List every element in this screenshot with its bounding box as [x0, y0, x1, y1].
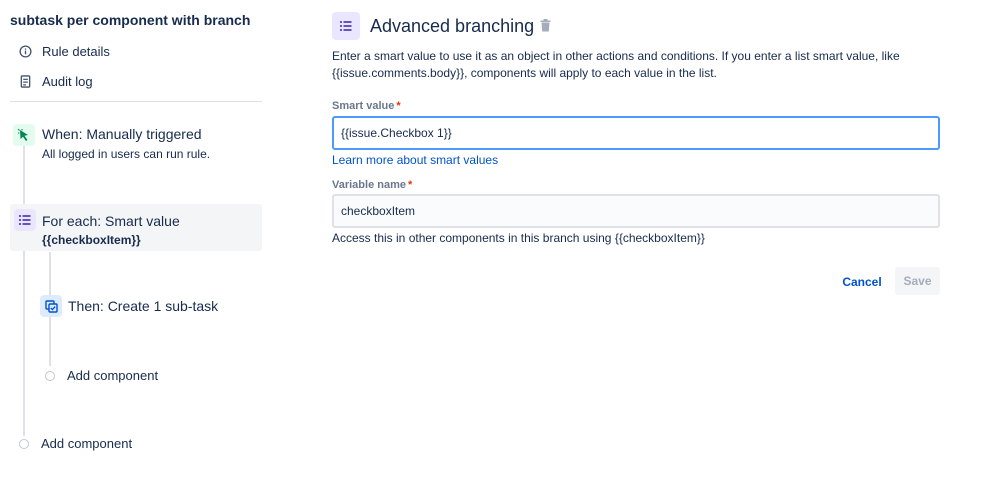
nav-audit-log-label: Audit log [42, 74, 93, 89]
branch-list-icon [332, 12, 360, 40]
action-title: Then: Create 1 sub-task [68, 298, 219, 314]
info-icon [18, 45, 32, 59]
required-mark: * [408, 179, 413, 191]
variable-name-input[interactable]: checkboxItem [332, 194, 940, 228]
config-description: Enter a smart value to use it as an obje… [332, 49, 900, 80]
variable-help-text: Access this in other components in this … [332, 231, 705, 245]
trigger-component[interactable]: When: Manually triggered All logged in u… [13, 122, 263, 162]
required-mark: * [396, 100, 401, 112]
config-title: Advanced branching [370, 16, 535, 36]
list-icon [14, 209, 36, 231]
smart-value-label-text: Smart value [332, 100, 395, 112]
cursor-click-icon [13, 124, 35, 146]
save-button[interactable]: Save [895, 267, 940, 295]
delete-trash-icon[interactable] [539, 18, 551, 32]
subtask-icon [40, 295, 62, 317]
add-component-outer[interactable]: Add component [19, 436, 132, 451]
nav-audit-log[interactable]: Audit log [18, 74, 93, 89]
variable-name-label-text: Variable name [332, 179, 406, 191]
branch-title: For each: Smart value [42, 213, 180, 229]
rule-title: subtask per component with branch [10, 12, 251, 28]
nav-rule-details-label: Rule details [42, 44, 110, 59]
smart-value-input[interactable]: {{issue.Checkbox 1}} [332, 116, 940, 150]
nav-rule-details[interactable]: Rule details [18, 44, 110, 59]
variable-name-label: Variable name * [332, 179, 412, 191]
add-component-inner-label: Add component [67, 368, 159, 383]
branch-subtitle: {{checkboxItem}} [42, 233, 141, 247]
trigger-title: When: Manually triggered [42, 126, 202, 142]
divider [10, 101, 262, 102]
add-component-outer-label: Add component [41, 436, 133, 451]
add-component-inner[interactable]: Add component [45, 368, 158, 383]
document-icon [18, 75, 32, 89]
cancel-button[interactable]: Cancel [838, 268, 886, 296]
branch-component[interactable]: For each: Smart value {{checkboxItem}} [10, 204, 262, 251]
smart-value-label: Smart value * [332, 100, 401, 112]
flow-connector-main [23, 146, 25, 436]
add-dot-icon [45, 370, 55, 381]
learn-more-link[interactable]: Learn more about smart values [332, 153, 498, 167]
trigger-subtitle: All logged in users can run rule. [42, 147, 211, 161]
action-component[interactable]: Then: Create 1 sub-task [40, 293, 260, 319]
add-dot-icon [19, 438, 29, 449]
